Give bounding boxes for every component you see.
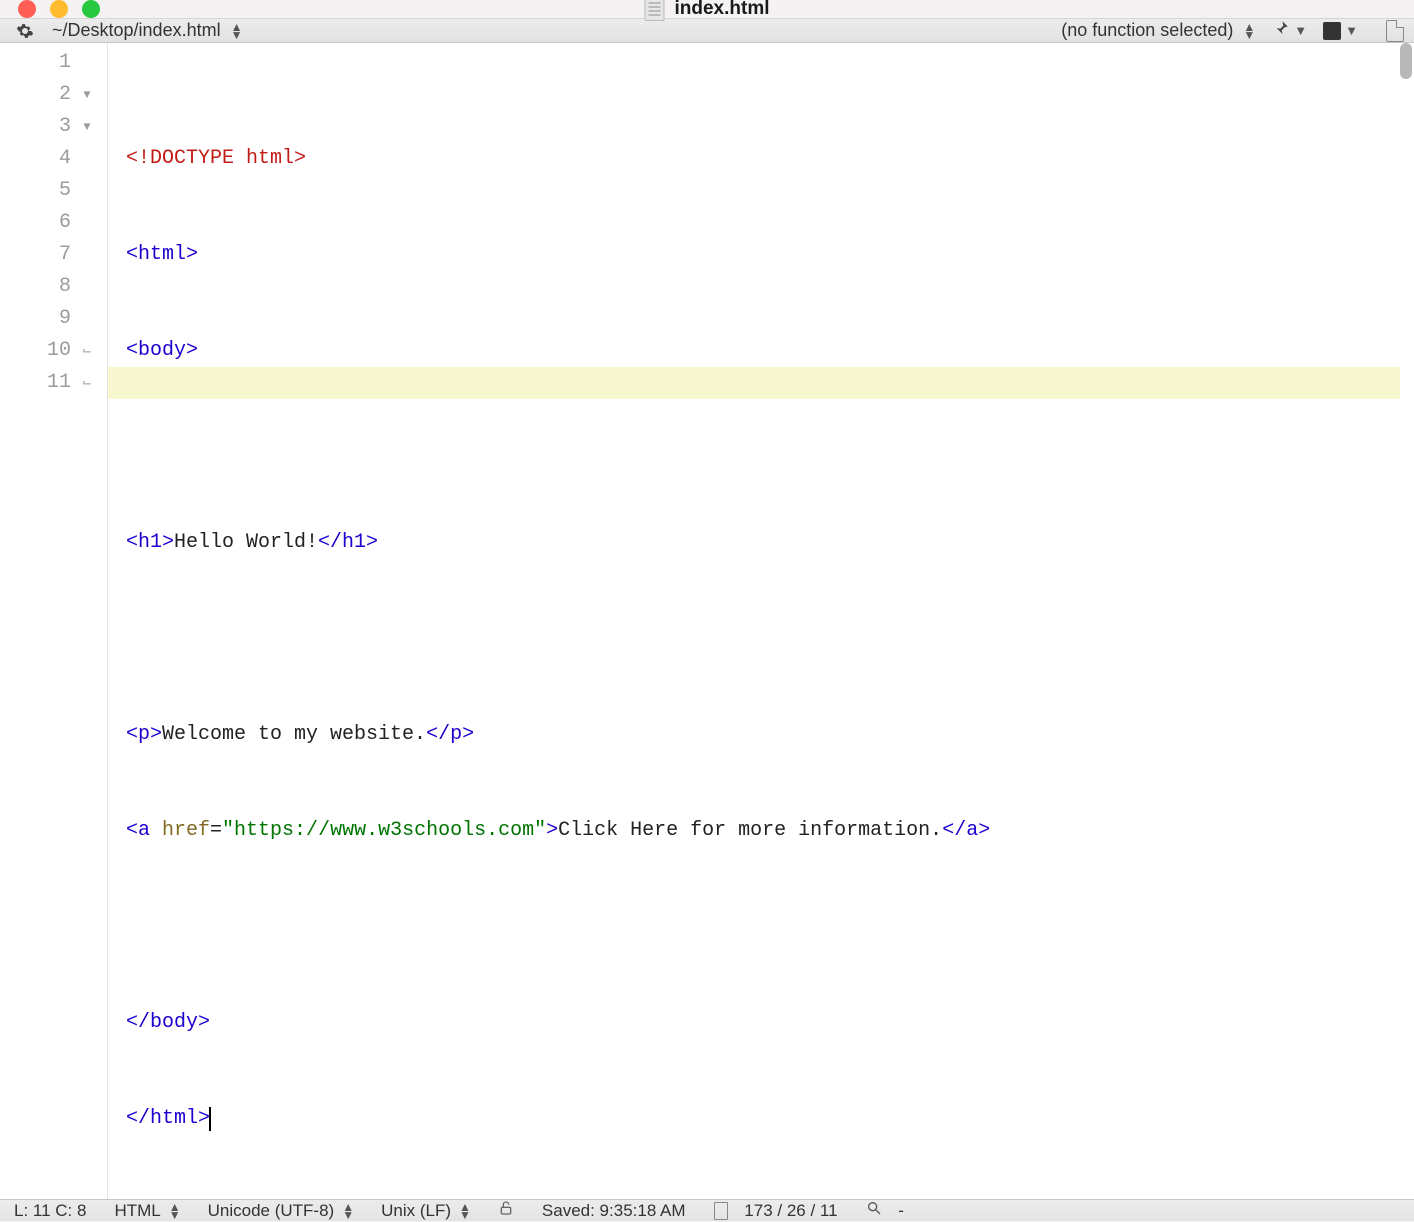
search-icon <box>866 1200 882 1221</box>
line-endings-selector[interactable]: Unix (LF) ▲▼ <box>381 1201 470 1221</box>
new-document-icon[interactable] <box>1386 20 1404 42</box>
code-token: </a> <box>942 815 990 847</box>
saved-text: Saved: 9:35:18 AM <box>542 1201 686 1221</box>
close-button[interactable] <box>18 0 36 18</box>
code-token: <p> <box>126 719 162 751</box>
function-selector[interactable]: (no function selected) ▲▼ <box>1061 20 1254 41</box>
file-path-selector[interactable]: ~/Desktop/index.html ▲▼ <box>52 20 241 41</box>
marker-icon[interactable] <box>1323 22 1341 40</box>
fold-marker[interactable]: ▼ <box>77 111 97 143</box>
fold-marker[interactable]: ⌙ <box>77 367 97 399</box>
line-number: 1 <box>41 47 71 79</box>
line-number: 9 <box>41 303 71 335</box>
line-number: 6 <box>41 207 71 239</box>
stats-text: 173 / 26 / 11 <box>744 1201 837 1221</box>
cursor-position: L: 11 C: 8 <box>14 1201 86 1221</box>
line-endings-label: Unix (LF) <box>381 1201 451 1221</box>
line-gutter: 1 2▼ 3▼ 4 5 6 7 8 9 10⌙ 11⌙ <box>0 43 108 1199</box>
updown-icon: ▲▼ <box>459 1203 470 1219</box>
line-number: 8 <box>41 271 71 303</box>
code-token: href <box>162 815 210 847</box>
document-title: index.html <box>644 0 769 21</box>
code-token: </p> <box>426 719 474 751</box>
scrollbar-thumb[interactable] <box>1400 43 1412 79</box>
navigation-toolbar: ~/Desktop/index.html ▲▼ (no function sel… <box>0 19 1414 43</box>
line-number: 5 <box>41 175 71 207</box>
file-path-text: ~/Desktop/index.html <box>52 20 221 41</box>
line-number: 10 <box>41 335 71 367</box>
window-controls <box>18 0 100 18</box>
document-icon <box>714 1202 728 1220</box>
code-token: = <box>210 815 222 847</box>
minimize-button[interactable] <box>50 0 68 18</box>
fold-marker[interactable]: ▼ <box>77 79 97 111</box>
code-token: > <box>546 815 558 847</box>
lock-toggle[interactable] <box>498 1200 514 1221</box>
code-token: <body> <box>126 335 198 367</box>
function-selector-label: (no function selected) <box>1061 20 1233 41</box>
chevron-down-icon[interactable]: ▼ <box>1294 23 1307 38</box>
code-token: Welcome to my website. <box>162 719 426 751</box>
gear-icon[interactable] <box>16 22 34 40</box>
code-editor[interactable]: 1 2▼ 3▼ 4 5 6 7 8 9 10⌙ 11⌙ <!DOCTYPE ht… <box>0 43 1414 1199</box>
window-titlebar: index.html <box>0 0 1414 19</box>
cursor-position-text: L: 11 C: 8 <box>14 1201 86 1221</box>
code-token: <!DOCTYPE html> <box>126 143 306 175</box>
search-field[interactable]: - <box>866 1200 904 1221</box>
text-cursor <box>209 1107 211 1131</box>
document-icon <box>644 0 664 21</box>
line-number: 7 <box>41 239 71 271</box>
code-token: <h1> <box>126 527 174 559</box>
line-number: 2 <box>41 79 71 111</box>
updown-icon: ▲▼ <box>342 1203 353 1219</box>
encoding-selector[interactable]: Unicode (UTF-8) ▲▼ <box>208 1201 353 1221</box>
line-number: 4 <box>41 143 71 175</box>
code-token: Click Here for more information. <box>558 815 942 847</box>
code-token: </html> <box>126 1103 210 1135</box>
pin-icon[interactable] <box>1272 19 1290 42</box>
zoom-button[interactable] <box>82 0 100 18</box>
title-text: index.html <box>674 0 769 20</box>
current-line-highlight <box>108 367 1400 399</box>
code-content[interactable]: <!DOCTYPE html> <html> <body> <h1>Hello … <box>108 43 1414 1199</box>
document-stats: 173 / 26 / 11 <box>714 1201 838 1221</box>
unlock-icon <box>498 1200 514 1221</box>
code-token: <a <box>126 815 162 847</box>
language-label: HTML <box>114 1201 160 1221</box>
language-selector[interactable]: HTML ▲▼ <box>114 1201 179 1221</box>
code-token: </h1> <box>318 527 378 559</box>
search-text: - <box>898 1201 904 1221</box>
updown-icon: ▲▼ <box>169 1203 180 1219</box>
status-bar: L: 11 C: 8 HTML ▲▼ Unicode (UTF-8) ▲▼ Unix… <box>0 1199 1414 1221</box>
code-token: Hello World! <box>174 527 318 559</box>
updown-icon: ▲▼ <box>1243 23 1254 39</box>
line-number: 3 <box>41 111 71 143</box>
updown-icon: ▲▼ <box>231 23 242 39</box>
saved-status: Saved: 9:35:18 AM <box>542 1201 686 1221</box>
fold-marker[interactable]: ⌙ <box>77 335 97 367</box>
chevron-down-icon[interactable]: ▼ <box>1345 23 1358 38</box>
encoding-label: Unicode (UTF-8) <box>208 1201 335 1221</box>
line-number: 11 <box>41 367 71 399</box>
code-token: <html> <box>126 239 198 271</box>
code-token: "https://www.w3schools.com" <box>222 815 546 847</box>
code-token: </body> <box>126 1007 210 1039</box>
